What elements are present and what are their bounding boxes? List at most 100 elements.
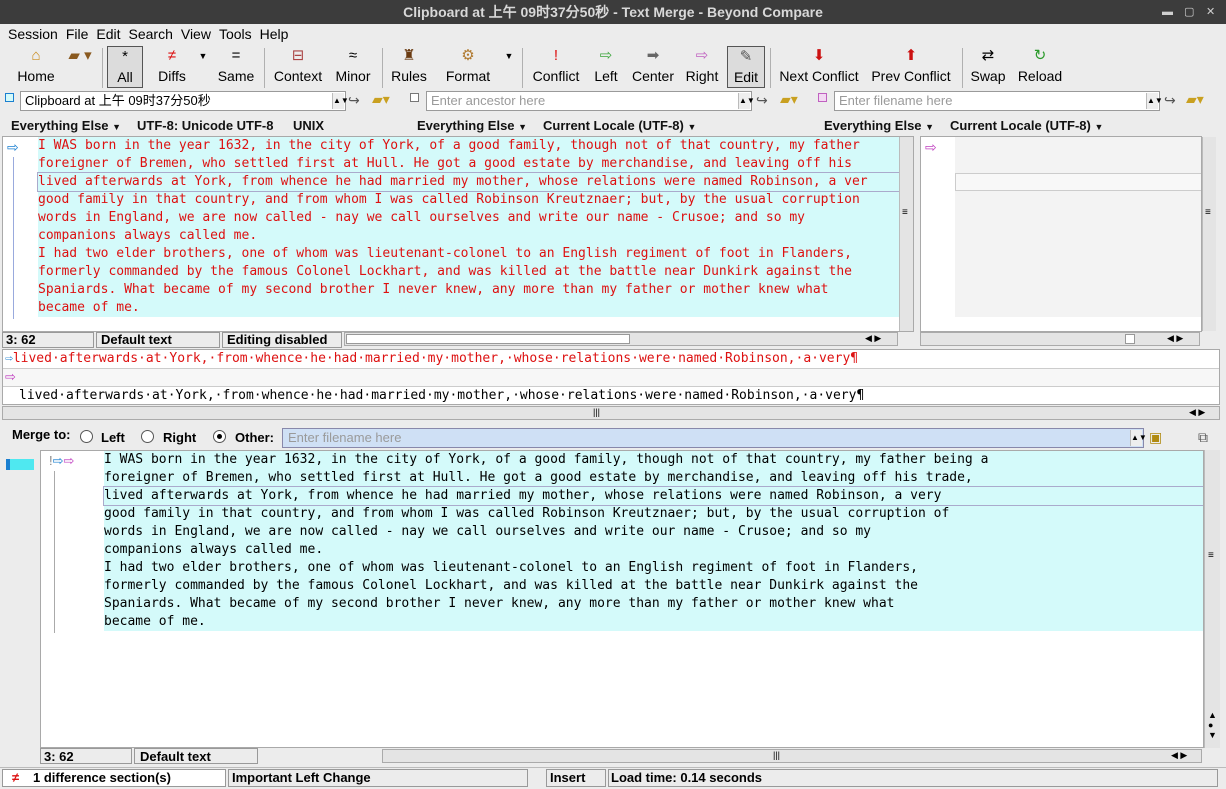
left-position-text: 3: 62	[6, 332, 36, 347]
text-line: foreigner of Bremen, who settled first a…	[104, 470, 973, 485]
menu-view[interactable]: View	[177, 24, 215, 44]
take-left-button[interactable]: ⇨ Left	[590, 46, 622, 88]
right-text-pane[interactable]: ⇨	[920, 136, 1202, 332]
chevron-down-icon[interactable]: ▲▼	[1130, 430, 1147, 446]
menu-search[interactable]: Search	[125, 24, 177, 44]
diff-count-text: 1 difference section(s)	[33, 770, 171, 785]
chevron-down-icon: ▼	[925, 122, 935, 132]
left-horizontal-scrollbar[interactable]: ◀ ▶	[344, 332, 898, 346]
left-arrow-icon: ⇨	[7, 139, 19, 155]
format-dropdown[interactable]: ▼	[502, 46, 516, 88]
merge-left-radio[interactable]	[80, 430, 93, 443]
right-encoding-dropdown[interactable]: Current Locale (UTF-8) ▼	[950, 118, 1103, 135]
output-text-pane[interactable]: !⇨⇨ I WAS born in the year 1632, in the …	[40, 450, 1204, 748]
chevron-down-icon[interactable]: ▲▼	[332, 93, 349, 109]
edit-button[interactable]: ✎ Edit	[727, 46, 765, 88]
history-icon[interactable]: ↪	[1164, 92, 1176, 109]
approx-icon: ≈	[348, 47, 358, 64]
diffs-dropdown[interactable]: ▼	[196, 46, 210, 88]
show-diffs-button[interactable]: ≠ Diffs	[150, 46, 194, 88]
left-encoding-dropdown[interactable]: UTF-8: Unicode UTF-8	[137, 118, 274, 134]
detail-output-line: lived·afterwards·at·York,·from·whence·he…	[19, 388, 865, 403]
folder-icon[interactable]: ▰▾	[780, 91, 798, 108]
chevron-down-icon[interactable]: ▲▼	[1146, 93, 1163, 109]
asterisk-icon: *	[122, 48, 128, 65]
ancestor-path-input[interactable]: Enter ancestor here ▲▼	[426, 91, 755, 111]
text-line: I had two elder brothers, one of whom wa…	[104, 560, 918, 575]
left-filetype-dropdown[interactable]: Everything Else ▼	[11, 118, 121, 135]
menu-file[interactable]: File	[62, 24, 93, 44]
right-horizontal-scrollbar[interactable]: ◀ ▶	[920, 332, 1200, 346]
menu-session[interactable]: Session	[4, 24, 62, 44]
minimize-icon[interactable]: ▬	[1162, 0, 1173, 24]
detail-horizontal-scrollbar[interactable]: ||| ◀ ▶	[2, 406, 1220, 420]
merge-left-label[interactable]: Left	[101, 430, 125, 445]
text-line: Spaniards. What became of my second brot…	[104, 596, 895, 611]
take-right-button[interactable]: ⇨ Right	[682, 46, 722, 88]
center-filetype-dropdown[interactable]: Everything Else ▼	[417, 118, 527, 135]
left-text-block[interactable]: I WAS born in the year 1632, in the city…	[37, 137, 901, 317]
conflict-button[interactable]: ! Conflict	[528, 46, 584, 88]
swap-icon: ⇄	[981, 47, 995, 64]
merge-target-input[interactable]: Enter filename here ▲▼	[282, 428, 1147, 448]
text-line: became of me.	[38, 300, 140, 315]
text-line: good family in that country, and from wh…	[38, 192, 860, 207]
briefcase-icon: ▰ ▾	[68, 47, 92, 64]
right-vertical-scrollbar[interactable]: ≡	[1202, 137, 1216, 331]
detail-left-line: ⇨lived·afterwards·at·York,·from·whence·h…	[5, 351, 859, 366]
menu-bar: Session File Edit Search View Tools Help	[0, 24, 1226, 44]
text-line: Spaniards. What became of my second brot…	[38, 282, 829, 297]
center-encoding-dropdown[interactable]: Current Locale (UTF-8) ▼	[543, 118, 696, 135]
chevron-down-icon[interactable]: ▲▼	[738, 93, 755, 109]
output-text-block[interactable]: I WAS born in the year 1632, in the city…	[103, 451, 1203, 631]
maximize-icon[interactable]: ▢	[1184, 0, 1194, 24]
show-all-button[interactable]: * All	[107, 46, 143, 88]
take-center-button[interactable]: ➡ Center	[630, 46, 676, 88]
session-menu-button[interactable]: ▰ ▾	[62, 46, 98, 88]
reload-button[interactable]: ↻ Reload	[1014, 46, 1066, 88]
chevron-down-icon: ▼	[504, 51, 514, 61]
rules-button[interactable]: ♜ Rules	[388, 46, 430, 88]
save-icon[interactable]: ▣	[1149, 429, 1162, 446]
output-vertical-scrollbar[interactable]: ≡ ▲ ● ▼	[1204, 450, 1220, 748]
format-button[interactable]: ⚙ Format	[440, 46, 496, 88]
home-button[interactable]: ⌂ Home	[14, 46, 58, 88]
menu-tools[interactable]: Tools	[215, 24, 256, 44]
folder-icon[interactable]: ▰▾	[1186, 91, 1204, 108]
left-text-pane[interactable]: ⇨ I WAS born in the year 1632, in the ci…	[2, 136, 914, 332]
right-filetype-dropdown[interactable]: Everything Else ▼	[824, 118, 934, 135]
left-path-input[interactable]: Clipboard at 上午 09时37分50秒 ▲▼	[20, 91, 349, 111]
right-path-input[interactable]: Enter filename here ▲▼	[834, 91, 1163, 111]
text-line: I WAS born in the year 1632, in the city…	[38, 138, 860, 153]
merge-other-label[interactable]: Other:	[235, 430, 274, 445]
load-time-text: Load time: 0.14 seconds	[611, 770, 762, 785]
context-button[interactable]: ⊟ Context	[270, 46, 326, 88]
close-icon[interactable]: ✕	[1206, 0, 1215, 24]
overview-marker[interactable]	[6, 459, 34, 470]
folder-icon[interactable]: ▰▾	[372, 91, 390, 108]
left-vertical-scrollbar[interactable]: ≡	[899, 137, 913, 331]
menu-help[interactable]: Help	[256, 24, 293, 44]
right-color-marker	[818, 93, 827, 102]
text-line: I WAS born in the year 1632, in the city…	[104, 452, 989, 467]
prev-conflict-button[interactable]: ⬆ Prev Conflict	[868, 46, 954, 88]
minor-button[interactable]: ≈ Minor	[330, 46, 376, 88]
swap-button[interactable]: ⇄ Swap	[968, 46, 1008, 88]
merge-other-radio[interactable]	[213, 430, 226, 443]
menu-edit[interactable]: Edit	[92, 24, 124, 44]
merge-right-radio[interactable]	[141, 430, 154, 443]
text-line: companions always called me.	[38, 228, 258, 243]
show-same-button[interactable]: = Same	[214, 46, 258, 88]
left-eol-label[interactable]: UNIX	[293, 118, 324, 134]
merge-right-label[interactable]: Right	[163, 430, 196, 445]
layout-icon[interactable]: ⧉	[1198, 429, 1208, 446]
not-equal-icon: ≠	[167, 47, 177, 64]
text-line: formerly commanded by the famous Colonel…	[38, 264, 852, 279]
output-horizontal-scrollbar[interactable]: ||| ◀ ▶	[382, 749, 1202, 763]
history-icon[interactable]: ↪	[756, 92, 768, 109]
text-line: companions always called me.	[104, 542, 324, 557]
pencil-icon: ✎	[739, 48, 753, 65]
next-conflict-button[interactable]: ⬇ Next Conflict	[776, 46, 862, 88]
context-icon: ⊟	[291, 47, 305, 64]
history-icon[interactable]: ↪	[348, 92, 360, 109]
